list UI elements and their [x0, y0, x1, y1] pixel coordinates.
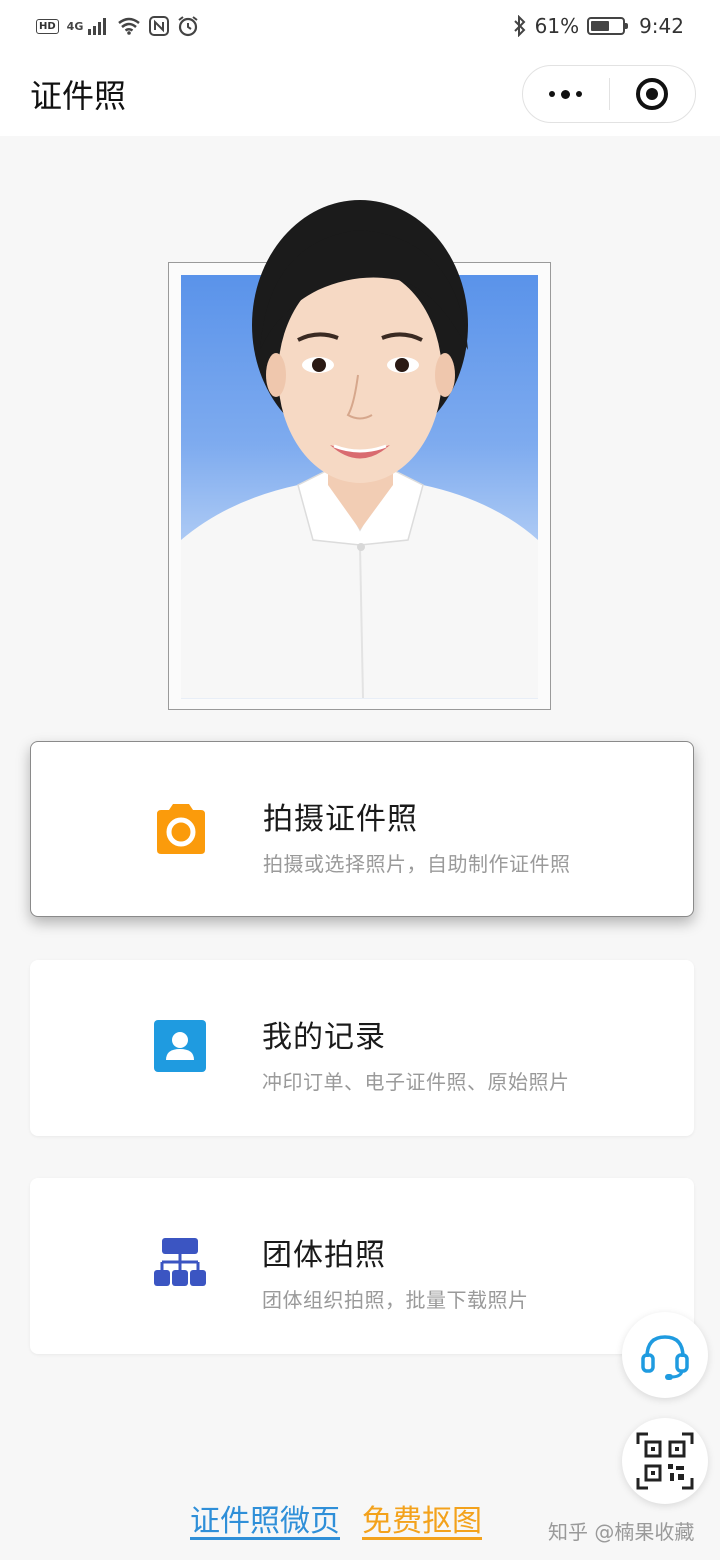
card-title: 我的记录	[262, 1020, 386, 1055]
footer-links: 证件照微页 免费抠图	[190, 1496, 482, 1540]
status-left: HD 4G	[36, 15, 199, 37]
battery-percent: 61%	[534, 14, 580, 38]
sample-portrait-image	[181, 200, 538, 698]
clock: 9:42	[639, 14, 684, 38]
card-subtitle: 团体组织拍照，批量下载照片	[262, 1288, 529, 1312]
micro-page-link[interactable]: 证件照微页	[190, 1496, 340, 1540]
network-type: 4G	[66, 19, 84, 33]
org-chart-icon	[154, 1238, 206, 1286]
more-button[interactable]	[523, 66, 609, 122]
page-title: 证件照	[30, 77, 127, 115]
headset-icon	[641, 1335, 689, 1380]
signal-icon	[88, 18, 107, 35]
customer-service-button[interactable]	[622, 1312, 708, 1398]
card-group-photo[interactable]: 团体拍照 团体组织拍照，批量下载照片	[30, 1178, 694, 1354]
card-title: 团体拍照	[262, 1238, 386, 1273]
watermark: 知乎 @楠果收藏	[548, 1520, 695, 1544]
camera-icon	[157, 804, 205, 854]
target-close-icon	[636, 78, 669, 110]
card-text: 我的记录 冲印订单、电子证件照、原始照片	[262, 1012, 570, 1095]
card-text: 团体拍照 团体组织拍照，批量下载照片	[262, 1230, 529, 1313]
more-dots-icon	[549, 89, 583, 99]
free-cutout-link[interactable]: 免费抠图	[362, 1496, 482, 1540]
nav-bar: 证件照	[0, 52, 720, 136]
card-my-records[interactable]: 我的记录 冲印订单、电子证件照、原始照片	[30, 960, 694, 1136]
qr-code-button[interactable]	[622, 1418, 708, 1504]
card-subtitle: 拍摄或选择照片，自助制作证件照	[263, 852, 571, 876]
wifi-icon	[118, 17, 141, 35]
status-bar: HD 4G 61% 9:42	[0, 0, 720, 52]
hd-badge: HD	[36, 18, 59, 34]
card-text: 拍摄证件照 拍摄或选择照片，自助制作证件照	[263, 794, 571, 877]
close-button[interactable]	[610, 66, 696, 122]
battery-icon	[587, 17, 629, 35]
card-take-photo[interactable]: 拍摄证件照 拍摄或选择照片，自助制作证件照	[30, 741, 694, 917]
user-record-icon	[154, 1020, 206, 1072]
alarm-icon	[178, 16, 198, 37]
status-right: 61% 9:42	[513, 14, 684, 38]
card-title: 拍摄证件照	[263, 802, 418, 837]
miniprogram-capsule	[522, 65, 696, 123]
card-subtitle: 冲印订单、电子证件照、原始照片	[262, 1070, 570, 1094]
nfc-icon	[149, 16, 170, 36]
bluetooth-icon	[513, 15, 526, 37]
qr-code-icon	[636, 1432, 694, 1490]
